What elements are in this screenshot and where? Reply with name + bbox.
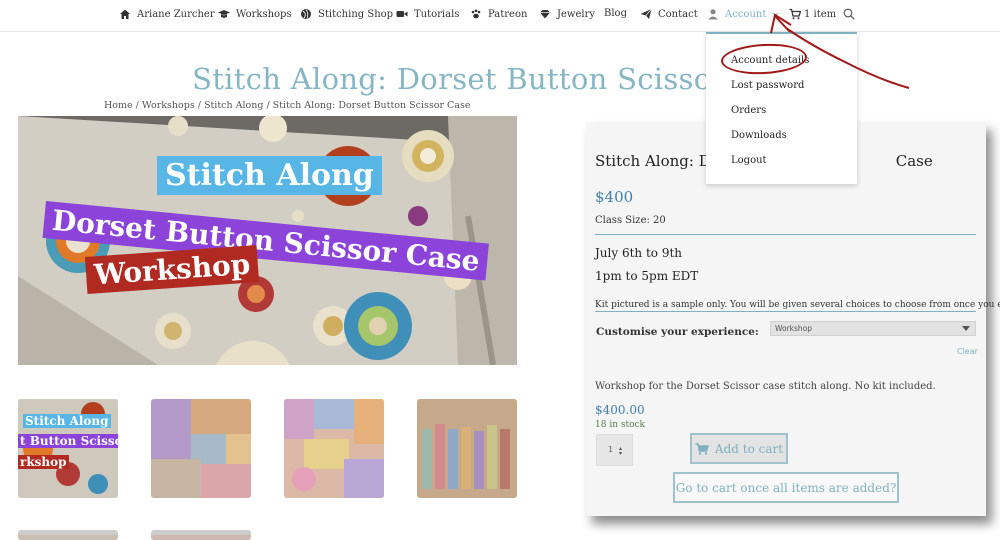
thumbnail-image bbox=[284, 399, 384, 498]
cart-icon bbox=[789, 8, 801, 20]
product-thumbnail[interactable] bbox=[151, 399, 251, 498]
home-icon bbox=[120, 9, 130, 19]
paw-icon bbox=[471, 9, 481, 19]
product-title-end: Case bbox=[895, 152, 933, 170]
product-main-image[interactable]: Stitch Along Dorset Button Scissor Case … bbox=[18, 116, 517, 365]
nav-account-label: Account bbox=[725, 8, 767, 20]
add-to-cart-button[interactable]: Add to cart bbox=[690, 433, 788, 464]
send-icon bbox=[640, 8, 652, 19]
nav-patreon-label: Patreon bbox=[488, 8, 528, 20]
experience-select[interactable]: Workshop bbox=[770, 321, 976, 336]
nav-cart-label: 1 item bbox=[804, 8, 837, 20]
nav-contact-label: Contact bbox=[658, 8, 698, 20]
dropdown-arrow-icon bbox=[962, 326, 970, 331]
customise-label: Customise your experience: bbox=[596, 326, 759, 338]
nav-blog[interactable]: Blog bbox=[604, 8, 627, 19]
nav-account[interactable]: Account bbox=[707, 8, 779, 20]
cart-icon bbox=[695, 442, 709, 455]
breadcrumb-home[interactable]: Home bbox=[104, 100, 133, 111]
product-thumbnail[interactable] bbox=[417, 399, 517, 498]
hero-banner-stitch-along: Stitch Along bbox=[157, 156, 382, 195]
variation-price: $400.00 bbox=[595, 403, 645, 417]
nav-home-label: Ariane Zurcher bbox=[137, 8, 215, 20]
thumbnail-image bbox=[151, 535, 251, 540]
menu-item-orders[interactable]: Orders bbox=[731, 105, 766, 116]
nav-contact[interactable]: Contact bbox=[640, 8, 698, 20]
nav-tutorials[interactable]: Tutorials bbox=[396, 8, 459, 20]
graduation-cap-icon bbox=[218, 10, 230, 18]
divider bbox=[595, 311, 976, 312]
clear-link[interactable]: Clear bbox=[957, 347, 978, 356]
menu-item-account-details[interactable]: Account details bbox=[731, 55, 809, 66]
go-to-cart-button[interactable]: Go to cart once all items are added? bbox=[673, 472, 899, 503]
thumbnail-image bbox=[18, 535, 118, 540]
menu-item-lost-password[interactable]: Lost password bbox=[731, 80, 804, 91]
nav-workshops[interactable]: Workshops bbox=[218, 8, 292, 20]
video-camera-icon bbox=[396, 11, 408, 17]
product-title-start: Stitch Along: Do bbox=[595, 152, 720, 170]
nav-stitching-shop[interactable]: Stitching Shop bbox=[300, 8, 393, 20]
breadcrumb-separator: / bbox=[132, 100, 142, 111]
breadcrumb-separator: / bbox=[263, 100, 273, 111]
experience-select-value: Workshop bbox=[775, 324, 813, 333]
nav-jewelry[interactable]: Jewelry bbox=[539, 8, 595, 20]
diamond-icon bbox=[540, 10, 550, 19]
thumbnail-image bbox=[417, 399, 517, 498]
product-price: $400 bbox=[595, 188, 634, 206]
product-thumbnail[interactable]: Stitch Along t Button Scisso rkshop bbox=[18, 399, 118, 498]
nav-blog-label: Blog bbox=[604, 8, 627, 19]
breadcrumb-current: Stitch Along: Dorset Button Scissor Case bbox=[272, 100, 471, 111]
chevron-down-icon bbox=[772, 12, 779, 16]
nav-tutorials-label: Tutorials bbox=[414, 8, 460, 20]
product-thumbnail[interactable] bbox=[284, 399, 384, 498]
user-icon bbox=[708, 9, 718, 20]
thumbnail-banner: t Button Scisso bbox=[18, 434, 118, 448]
nav-patreon[interactable]: Patreon bbox=[470, 8, 527, 20]
nav-home[interactable]: Ariane Zurcher bbox=[119, 8, 215, 20]
kit-note: Kit pictured is a sample only. You will … bbox=[595, 300, 1000, 310]
nav-workshops-label: Workshops bbox=[236, 8, 292, 20]
variation-description: Workshop for the Dorset Scissor case sti… bbox=[595, 381, 936, 392]
breadcrumb: Home / Workshops / Stitch Along / Stitch… bbox=[104, 100, 470, 111]
divider bbox=[595, 234, 976, 235]
workshop-dates: July 6th to 9th bbox=[595, 246, 683, 260]
quantity-input[interactable]: 1 ▴ ▾ bbox=[596, 434, 633, 466]
account-dropdown-menu: Account details Lost password Orders Dow… bbox=[706, 32, 857, 184]
nav-jewelry-label: Jewelry bbox=[557, 8, 596, 20]
quantity-spinner-icon[interactable]: ▴ ▾ bbox=[619, 446, 622, 457]
breadcrumb-separator: / bbox=[194, 100, 204, 111]
menu-item-downloads[interactable]: Downloads bbox=[731, 130, 787, 141]
product-thumbnail[interactable] bbox=[151, 530, 251, 540]
thumbnail-image bbox=[151, 399, 251, 498]
nav-stitching-shop-label: Stitching Shop bbox=[318, 8, 394, 20]
breadcrumb-workshops[interactable]: Workshops bbox=[142, 100, 195, 111]
breadcrumb-stitch-along[interactable]: Stitch Along bbox=[204, 100, 263, 111]
yarn-ball-icon bbox=[301, 9, 311, 19]
main-navigation: Ariane Zurcher Workshops Stitching Shop … bbox=[0, 0, 1000, 32]
search-icon bbox=[843, 8, 855, 20]
stock-status: 18 in stock bbox=[595, 420, 645, 430]
menu-item-logout[interactable]: Logout bbox=[731, 155, 767, 166]
workshop-time: 1pm to 5pm EDT bbox=[595, 269, 699, 283]
go-to-cart-label: Go to cart once all items are added? bbox=[675, 480, 897, 495]
nav-search[interactable] bbox=[843, 8, 855, 20]
class-size: Class Size: 20 bbox=[595, 215, 666, 226]
nav-cart[interactable]: 1 item bbox=[789, 8, 836, 20]
quantity-value: 1 bbox=[608, 445, 614, 454]
add-to-cart-label: Add to cart bbox=[714, 441, 784, 456]
thumbnail-banner: rkshop bbox=[18, 455, 69, 469]
thumbnail-banner: Stitch Along bbox=[23, 414, 111, 428]
product-thumbnail[interactable] bbox=[18, 530, 118, 540]
